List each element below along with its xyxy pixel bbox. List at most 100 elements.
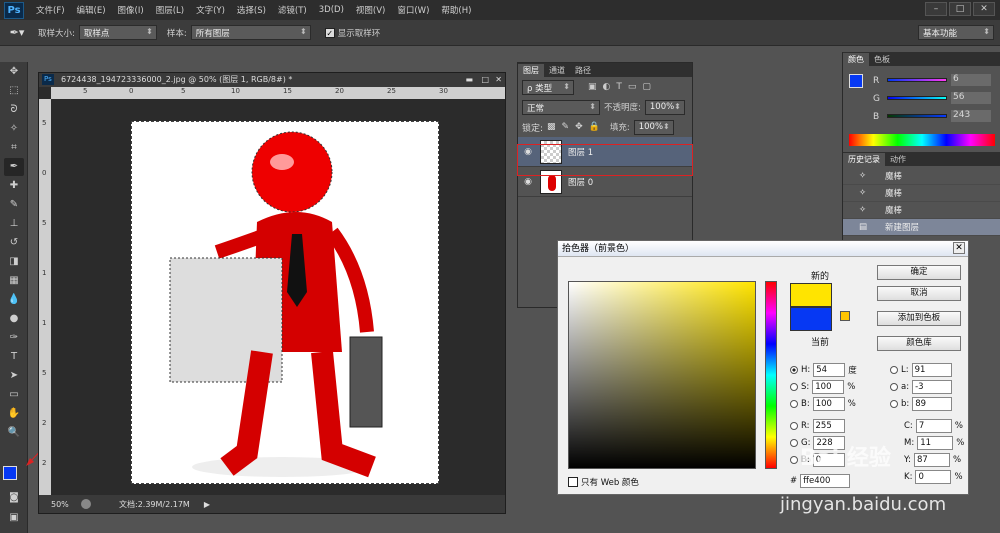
g-radio[interactable] [790, 439, 798, 447]
r-input[interactable]: 6 [951, 74, 991, 86]
pen-tool-icon[interactable]: ✑ [4, 329, 24, 347]
hex-input[interactable]: ffe400 [800, 474, 851, 488]
screen-mode-icon[interactable]: ▣ [4, 509, 24, 527]
dodge-tool-icon[interactable]: ● [4, 310, 24, 328]
b-input[interactable]: 243 [951, 110, 991, 122]
hue-slider[interactable] [765, 281, 777, 469]
ok-button[interactable]: 确定 [877, 265, 961, 280]
menu-view[interactable]: 视图(V) [350, 4, 391, 16]
menu-file[interactable]: 文件(F) [30, 4, 71, 16]
eyedropper-tool-icon[interactable]: ✒ [4, 158, 24, 176]
eye-icon[interactable]: ◉ [518, 177, 538, 187]
menu-type[interactable]: 文字(Y) [190, 4, 231, 16]
lock-icons[interactable]: ▩✎✥🔒 [547, 122, 606, 132]
tab-swatches[interactable]: 色板 [869, 53, 895, 66]
menu-edit[interactable]: 编辑(E) [71, 4, 112, 16]
fg-color-chip[interactable] [849, 74, 863, 88]
s-input[interactable]: 100 [812, 380, 845, 394]
minimize-button[interactable]: – [925, 2, 947, 16]
lasso-tool-icon[interactable]: ᘐ [4, 101, 24, 119]
eyedropper-tool-icon[interactable]: ✒▾ [0, 26, 34, 39]
tab-channels[interactable]: 通道 [544, 64, 570, 77]
y-input[interactable]: 87 [913, 453, 950, 467]
type-tool-icon[interactable]: T [4, 348, 24, 366]
close-button[interactable]: ✕ [973, 2, 995, 16]
zoom-level[interactable]: 50% [51, 500, 81, 509]
c-input[interactable]: 7 [915, 419, 952, 433]
healing-tool-icon[interactable]: ✚ [4, 177, 24, 195]
doc-close-icon[interactable]: ✕ [495, 73, 502, 87]
workspace-select[interactable]: 基本功能 [918, 25, 994, 40]
l-radio[interactable] [890, 366, 898, 374]
h-radio[interactable] [790, 366, 798, 374]
menu-help[interactable]: 帮助(H) [435, 4, 477, 16]
sample-select[interactable]: 所有图层 [190, 25, 311, 40]
path-select-icon[interactable]: ➤ [4, 367, 24, 385]
history-item[interactable]: ▤ 新建图层 [843, 219, 1000, 236]
tab-history[interactable]: 历史记录 [843, 153, 885, 166]
history-item[interactable]: ✧ 魔棒 [843, 185, 1000, 202]
tab-actions[interactable]: 动作 [885, 153, 911, 166]
a-radio[interactable] [890, 383, 898, 391]
b-input[interactable]: 100 [812, 397, 845, 411]
blend-mode-select[interactable]: 正常 [522, 99, 600, 115]
crop-tool-icon[interactable]: ⌗ [4, 139, 24, 157]
marquee-tool-icon[interactable]: ⬚ [4, 82, 24, 100]
history-brush-icon[interactable]: ↺ [4, 234, 24, 252]
image-canvas[interactable] [131, 121, 439, 484]
s-radio[interactable] [790, 383, 798, 391]
magic-wand-tool-icon[interactable]: ✧ [4, 120, 24, 138]
stamp-tool-icon[interactable]: ⊥ [4, 215, 24, 233]
bb-radio[interactable] [790, 456, 798, 464]
brush-tool-icon[interactable]: ✎ [4, 196, 24, 214]
k-input[interactable]: 0 [915, 470, 952, 484]
b-slider[interactable] [887, 114, 947, 118]
b-radio[interactable] [790, 400, 798, 408]
tab-color[interactable]: 颜色 [843, 53, 869, 66]
show-ring-checkbox[interactable]: ✓ [324, 27, 335, 38]
menu-window[interactable]: 窗口(W) [391, 4, 435, 16]
sample-size-select[interactable]: 取样点 [78, 25, 157, 40]
cancel-button[interactable]: 取消 [877, 286, 961, 301]
color-field[interactable] [568, 281, 756, 469]
tab-layers[interactable]: 图层 [518, 64, 544, 77]
doc-minimize-icon[interactable]: ▬ [465, 73, 473, 87]
web-only-checkbox[interactable] [568, 477, 578, 487]
dialog-close-icon[interactable]: ✕ [953, 242, 965, 254]
fill-input[interactable]: 100% [633, 119, 674, 135]
history-item[interactable]: ✧ 魔棒 [843, 168, 1000, 185]
color-libraries-button[interactable]: 颜色库 [877, 336, 961, 351]
shape-tool-icon[interactable]: ▭ [4, 386, 24, 404]
hand-tool-icon[interactable]: ✋ [4, 405, 24, 423]
lab-b-input[interactable]: 89 [912, 397, 953, 411]
m-input[interactable]: 11 [917, 436, 954, 450]
filter-icons[interactable]: ▣◐T▭▢ [588, 82, 657, 92]
eraser-tool-icon[interactable]: ◨ [4, 253, 24, 271]
quick-mask-icon[interactable]: ◙ [4, 489, 24, 507]
document-tab[interactable]: Ps 6724438_194723336000_2.jpg @ 50% (图层 … [39, 73, 505, 87]
move-tool-icon[interactable]: ✥ [4, 63, 24, 81]
r-input[interactable]: 255 [812, 419, 845, 433]
a-input[interactable]: -3 [912, 380, 953, 394]
tab-paths[interactable]: 路径 [570, 64, 596, 77]
menu-image[interactable]: 图像(I) [112, 4, 150, 16]
r-radio[interactable] [790, 422, 798, 430]
add-to-swatches-button[interactable]: 添加到色板 [877, 311, 961, 326]
color-ramp[interactable] [849, 134, 995, 146]
status-arrow-icon[interactable]: ▶ [204, 500, 210, 509]
g-slider[interactable] [887, 96, 947, 100]
maximize-button[interactable]: □ [949, 2, 971, 16]
g-input[interactable]: 56 [951, 92, 991, 104]
r-slider[interactable] [887, 78, 947, 82]
gradient-tool-icon[interactable]: ▦ [4, 272, 24, 290]
l-input[interactable]: 91 [911, 363, 952, 377]
current-color-swatch[interactable] [790, 307, 832, 331]
menu-filter[interactable]: 滤镜(T) [272, 4, 313, 16]
layer-kind-filter[interactable]: ρ 类型 [522, 79, 574, 95]
menu-select[interactable]: 选择(S) [231, 4, 272, 16]
opacity-input[interactable]: 100% [644, 99, 685, 115]
doc-restore-icon[interactable]: □ [481, 73, 489, 87]
lab-b-radio[interactable] [890, 400, 898, 408]
foreground-color-swatch[interactable] [3, 466, 17, 480]
menu-3d[interactable]: 3D(D) [313, 5, 350, 15]
